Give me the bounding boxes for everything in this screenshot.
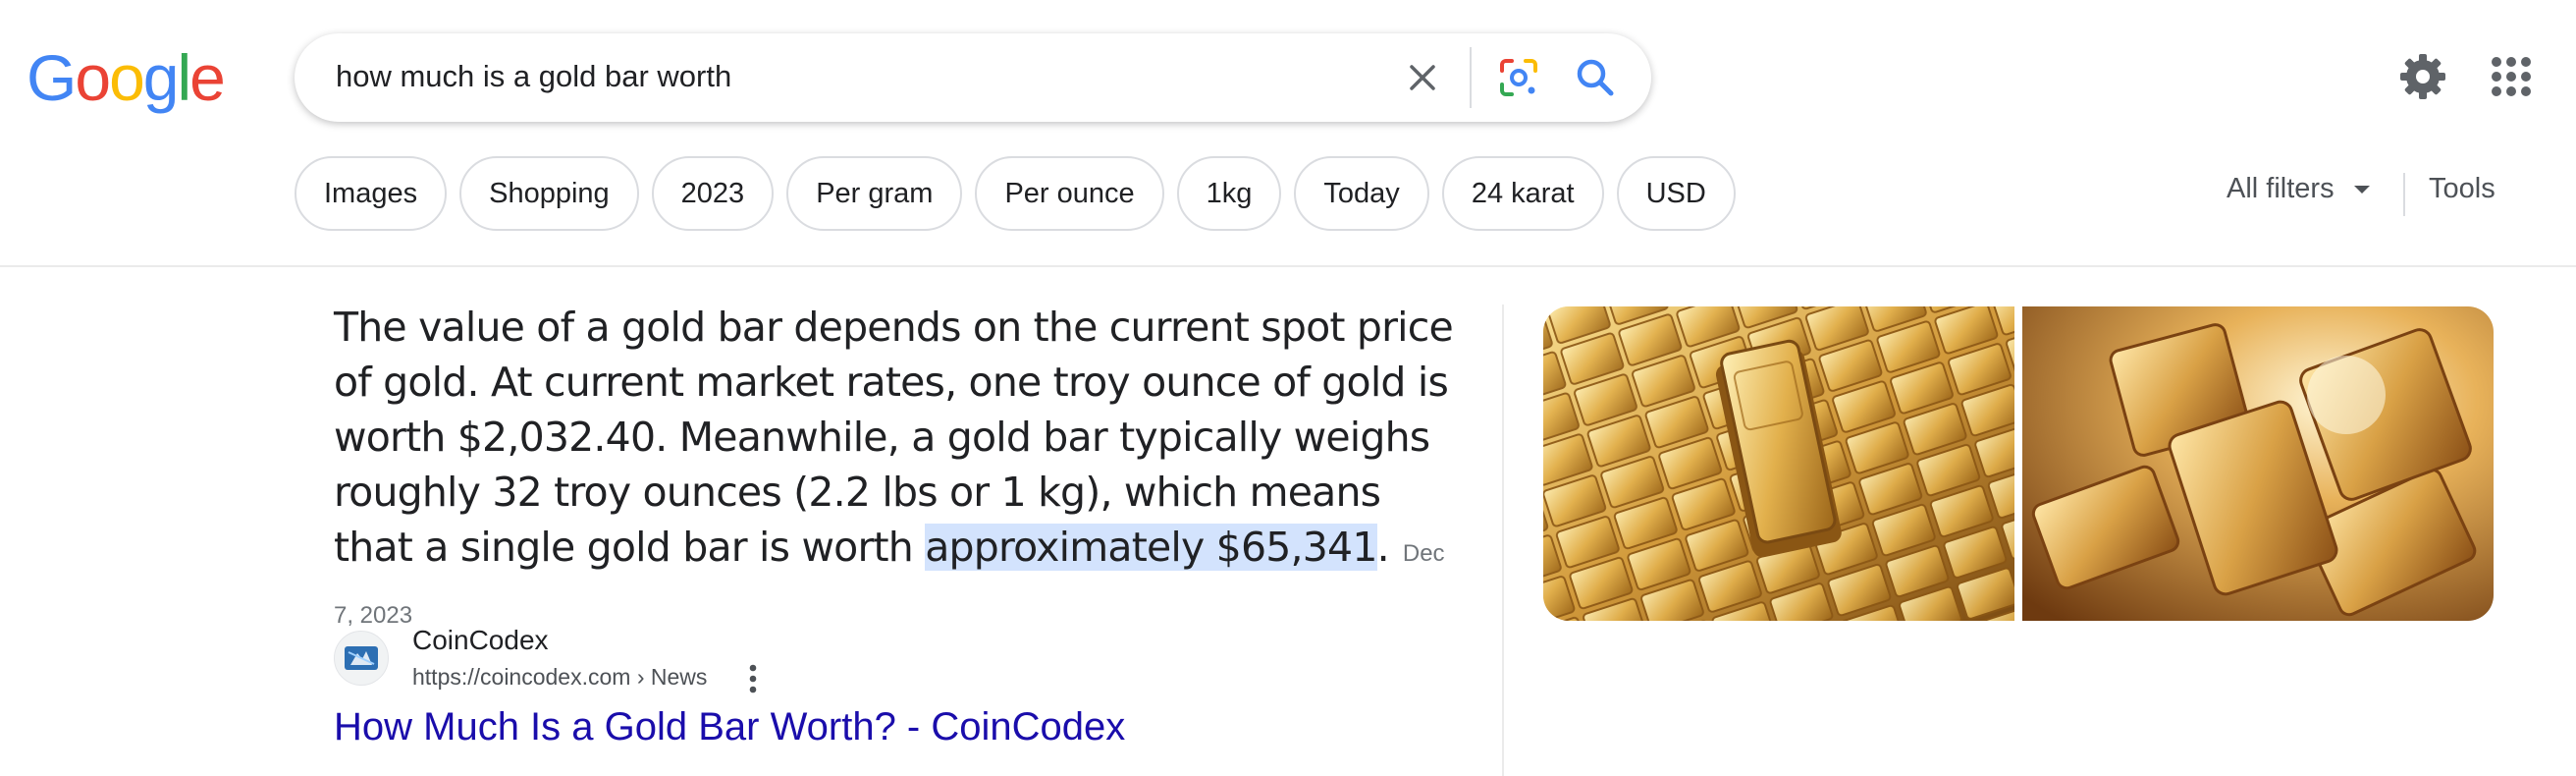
gear-icon [2400, 54, 2445, 99]
all-filters-label: All filters [2227, 173, 2334, 204]
chip-1kg[interactable]: 1kg [1176, 156, 1282, 231]
search-icon [1577, 59, 1614, 96]
source-site-name[interactable]: CoinCodex [412, 625, 549, 656]
chip-today[interactable]: Today [1294, 156, 1429, 231]
settings-button[interactable] [2397, 51, 2448, 102]
close-icon [1410, 65, 1435, 90]
caret-down-icon [2353, 185, 2370, 194]
chip-2023[interactable]: 2023 [651, 156, 775, 231]
featured-snippet-text: The value of a gold bar depends on the c… [334, 300, 1463, 643]
chip-usd[interactable]: USD [1616, 156, 1736, 231]
gold-bars-illustration [1543, 306, 2014, 621]
google-logo[interactable]: Google [27, 41, 226, 114]
source-favicon[interactable] [334, 631, 389, 686]
result-options-button[interactable] [738, 662, 768, 695]
logo-letter: o [75, 41, 111, 114]
snippet-highlight: approximately $65,341 [925, 524, 1377, 571]
refinement-chips: Images Shopping 2023 Per gram Per ounce … [295, 156, 1736, 231]
logo-letter: l [177, 41, 192, 114]
google-lens-button[interactable] [1494, 53, 1543, 102]
coincodex-logo-icon [345, 646, 378, 670]
search-box [295, 33, 1651, 122]
tools-button[interactable]: Tools [2429, 173, 2496, 205]
gold-bars-illustration [2022, 306, 2494, 621]
logo-letter: o [109, 41, 145, 114]
column-divider [1502, 305, 1504, 776]
chip-24-karat[interactable]: 24 karat [1441, 156, 1604, 231]
header-divider [0, 265, 2576, 267]
all-filters-button[interactable]: All filters [2227, 173, 2372, 205]
result-title-link[interactable]: How Much Is a Gold Bar Worth? - CoinCode… [334, 705, 1125, 749]
snippet-period: . [1376, 524, 1390, 571]
gold-bars-image-1[interactable] [1543, 306, 2014, 621]
gold-bars-image-2[interactable] [2022, 306, 2494, 621]
google-lens-icon [1500, 59, 1537, 96]
clear-search-button[interactable] [1399, 54, 1446, 101]
search-input[interactable] [336, 57, 1317, 96]
apps-grid-icon [2492, 57, 2531, 96]
source-url[interactable]: https://coincodex.com › News [412, 664, 707, 691]
logo-letter: G [27, 41, 77, 114]
search-button[interactable] [1571, 53, 1620, 102]
logo-letter: g [142, 41, 180, 114]
searchbox-divider [1470, 47, 1472, 108]
chip-per-gram[interactable]: Per gram [786, 156, 963, 231]
logo-letter: e [189, 41, 226, 114]
google-apps-button[interactable] [2488, 53, 2535, 100]
chip-images[interactable]: Images [295, 156, 448, 231]
chip-shopping[interactable]: Shopping [459, 156, 639, 231]
filters-divider [2403, 173, 2405, 216]
chip-per-ounce[interactable]: Per ounce [975, 156, 1164, 231]
more-vert-icon [749, 664, 757, 693]
